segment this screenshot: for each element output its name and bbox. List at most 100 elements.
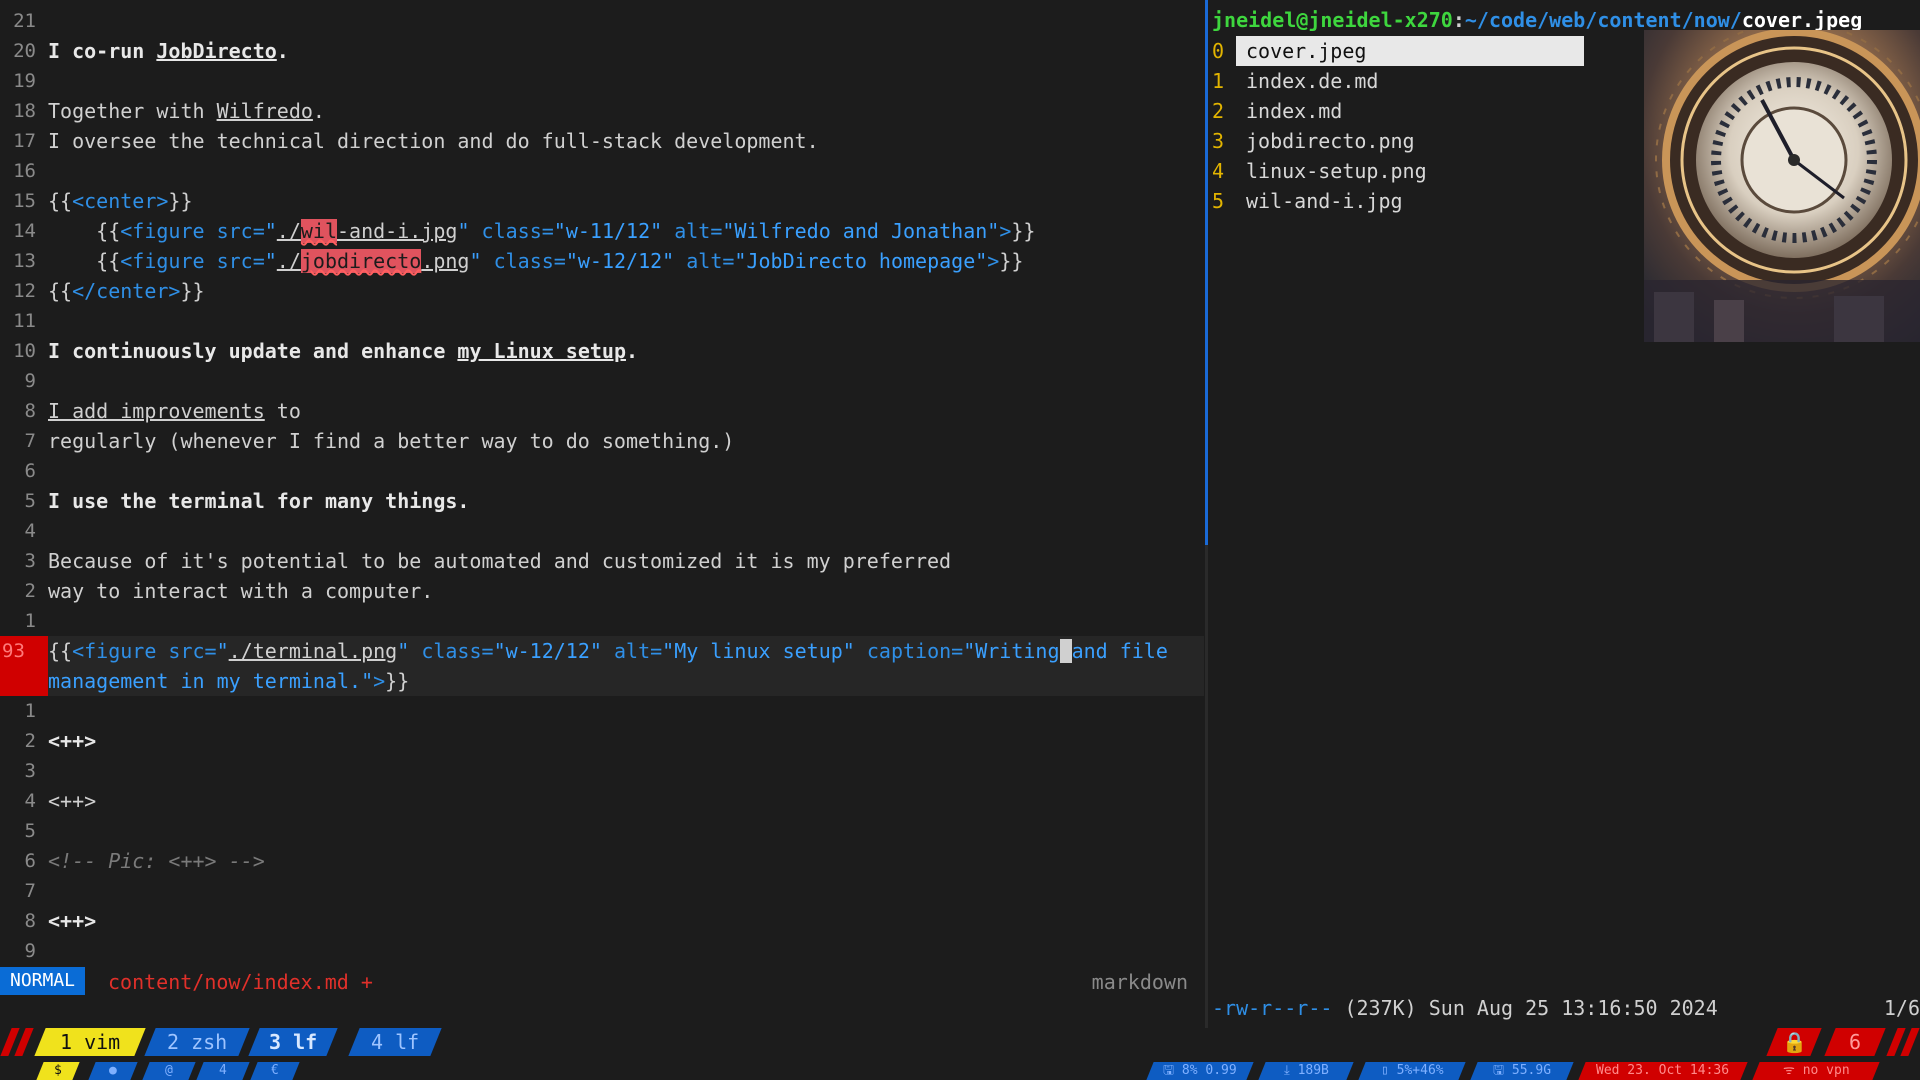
editor-line[interactable]: 11 [0,306,1204,336]
text-segment: -and-i.jpg [337,219,458,243]
tmux-window-label: 4 lf [370,1030,420,1054]
text-segment: <++> [48,729,97,753]
editor-line[interactable]: 1 [0,606,1204,636]
tmux-window-1[interactable]: 1 vim [34,1028,146,1056]
line-text: {{</center>}} [48,276,205,306]
editor-line[interactable]: 5 I use the terminal for many things. [0,486,1204,516]
file-index: 1 [1212,69,1225,93]
text-segment: class= [421,639,494,663]
tmux-window-label: 3 lf [268,1030,318,1054]
editor-line[interactable]: 6 <!-- Pic: <++> --> [0,846,1204,876]
editor-line[interactable]: 14 {{<figure src="./wil-and-i.jpg" class… [0,216,1204,246]
lf-user-host: jneidel@jneidel-x270 [1212,8,1453,32]
status-euro: € [250,1062,300,1080]
datetime-status: Wed 23. Oct 14:36 [1578,1062,1748,1080]
lf-current-file: cover.jpeg [1741,8,1863,32]
editor-line[interactable]: 19 [0,66,1204,96]
text-segment: " [264,249,277,273]
status-globe-icon: ● [88,1062,138,1080]
tmux-window-4[interactable]: 4 lf [348,1028,442,1056]
lf-current-dir: ~/code/web/content/now/ [1464,8,1742,32]
editor-line[interactable]: 20 I co-run JobDirecto. [0,36,1204,66]
line-text: way to interact with a computer. [48,576,433,606]
file-entry[interactable]: 4 linux-setup.png [1212,156,1584,186]
editor-line[interactable]: 12 {{</center>}} [0,276,1204,306]
editor-line[interactable]: 13 {{<figure src="./jobdirecto.png" clas… [0,246,1204,276]
line-number: 7 [24,880,36,902]
lf-file-manager[interactable]: jneidel@jneidel-x270:~/code/web/content/… [1212,0,1920,1030]
line-text: I add improvements to [48,396,301,426]
pane-divider[interactable] [1205,0,1208,1028]
lf-path-separator: : [1452,8,1465,32]
text-segment: <figure [120,219,217,243]
text-segment: src= [168,639,217,663]
file-index: 5 [1212,189,1225,213]
line-number: 1 [24,610,36,632]
editor-line[interactable]: 2 way to interact with a computer. [0,576,1204,606]
text-segment: I oversee the technical direction and do… [48,129,819,153]
file-name: wil-and-i.jpg [1246,189,1403,213]
text-segment: src= [216,219,265,243]
editor-line[interactable]: 7 regularly (whenever I find a better way… [0,426,1204,456]
line-number: 1 [24,700,36,722]
editor-line[interactable]: 9 [0,936,1204,966]
text-segment: Wilfredo [216,99,313,123]
vim-filename: content/now/index.md + [108,970,373,994]
file-entry[interactable]: 0 cover.jpeg [1212,36,1584,66]
editor-line[interactable]: 2 <++> [0,726,1204,756]
text-segment: <figure [120,249,217,273]
file-entry[interactable]: 3 jobdirecto.png [1212,126,1584,156]
editor-line[interactable]: 4 <++> [0,786,1204,816]
text-segment: regularly (whenever I find a better way … [48,429,735,453]
text-segment: " [457,219,482,243]
line-number: 9 [24,940,36,962]
text-segment: and file [1071,639,1168,663]
editor-line[interactable]: 7 [0,876,1204,906]
editor-line[interactable]: 3 [0,756,1204,786]
editor-line[interactable]: 8 I add improvements to [0,396,1204,426]
line-number: 10 [13,340,36,362]
editor-line[interactable]: 3 Because of it's potential to be automat… [0,546,1204,576]
vim-statusline: NORMAL content/now/index.md + markdown [0,967,1204,997]
line-number: 8 [24,910,36,932]
editor-line[interactable]: 9 [0,366,1204,396]
editor-line[interactable]: 16 [0,156,1204,186]
editor-line[interactable]: 21 [0,6,1204,36]
tmux-window-2[interactable]: 2 zsh [144,1028,250,1056]
editor-line[interactable]: 1 [0,696,1204,726]
line-text: Because of it's potential to be automate… [48,546,951,576]
editor-line[interactable]: 15 {{<center>}} [0,186,1204,216]
text-segment: caption= [866,639,964,663]
text-segment: src= [216,249,265,273]
file-name: linux-setup.png [1246,159,1427,183]
text-segment: alt= [686,249,735,273]
file-entry[interactable]: 2 index.md [1212,96,1584,126]
current-line[interactable]: 93 {{<figure src="./terminal.png" class="… [0,636,1204,696]
editor-line[interactable]: 4 [0,516,1204,546]
file-entry[interactable]: 5 wil-and-i.jpg [1212,186,1584,216]
tmux-window-3[interactable]: 3 lf [248,1028,338,1056]
line-number: 5 [24,820,36,842]
line-text: regularly (whenever I find a better way … [48,426,734,456]
text-segment: }} [180,279,205,303]
vim-filetype: markdown [1091,970,1188,994]
editor-line[interactable]: 10 I continuously update and enhance my L… [0,336,1204,366]
vim-editor[interactable]: 21 20 I co-run JobDirecto. 19 18 Together wit… [0,0,1204,1000]
lf-path-title: jneidel@jneidel-x270:~/code/web/content/… [1212,8,1862,32]
text-segment: <!-- Pic: <++> --> [48,849,265,873]
file-entry[interactable]: 1 index.de.md [1212,66,1584,96]
text-segment: "My linux setup" [662,639,867,663]
line-number: 12 [13,280,36,302]
text-segment: }} [168,189,193,213]
clock-image [1644,30,1920,342]
net-status: ⤓ 189B [1258,1062,1354,1080]
editor-line[interactable]: 18 Together with Wilfredo. [0,96,1204,126]
vpn-status: ᯤ no vpn [1752,1062,1880,1080]
editor-line[interactable]: 6 [0,456,1204,486]
editor-line[interactable]: 17 I oversee the technical direction and … [0,126,1204,156]
editor-line[interactable]: 5 [0,816,1204,846]
text-segment: <figure [72,639,169,663]
line-number: 7 [24,430,36,452]
file-index: 2 [1212,99,1225,123]
editor-line[interactable]: 8 <++> [0,906,1204,936]
